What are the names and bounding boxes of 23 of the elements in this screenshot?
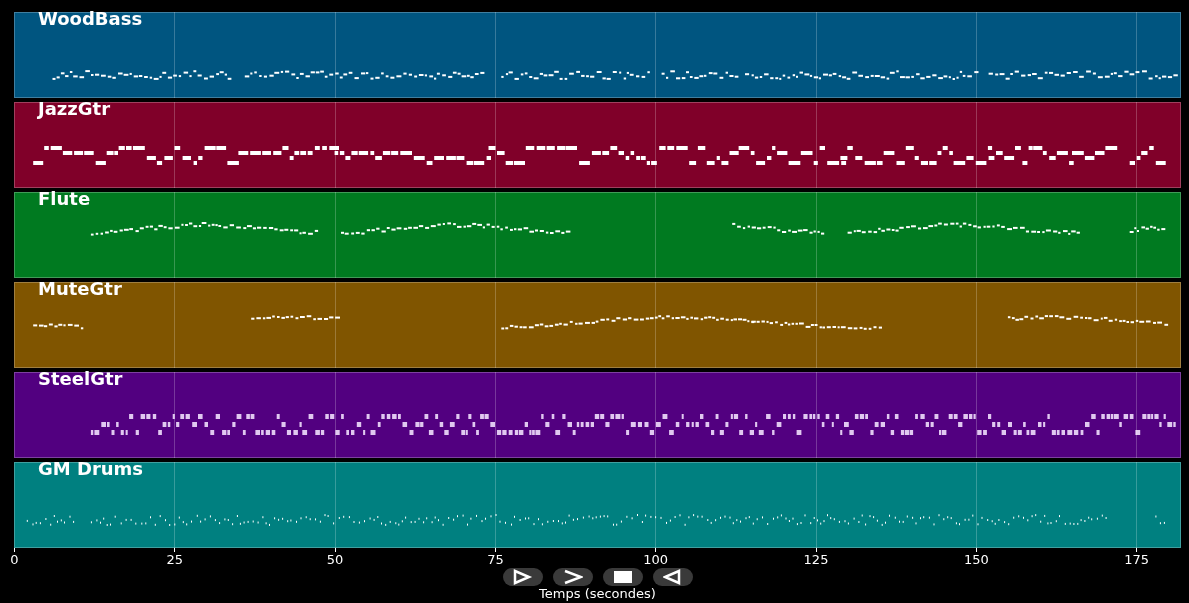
tick-label: 100 bbox=[643, 552, 669, 567]
triangle-left-icon bbox=[662, 569, 683, 585]
axis-label: Temps (secondes) bbox=[538, 586, 657, 601]
tick-label: 175 bbox=[1124, 552, 1149, 567]
tick-label: 50 bbox=[326, 552, 344, 567]
stop-button[interactable] bbox=[602, 568, 643, 586]
back-button[interactable] bbox=[652, 568, 693, 586]
play-icon bbox=[512, 569, 533, 585]
track-name: Flute bbox=[38, 188, 91, 210]
forward-button[interactable] bbox=[552, 568, 593, 586]
play-button[interactable] bbox=[502, 568, 543, 586]
tick-label: 75 bbox=[487, 552, 504, 567]
track-name: JazzGtr bbox=[38, 98, 111, 120]
tick-label: 125 bbox=[803, 552, 829, 567]
track-name: MuteGtr bbox=[38, 278, 122, 300]
tick-label: 25 bbox=[166, 552, 184, 567]
track-name: WoodBass bbox=[38, 8, 143, 30]
track-name: SteelGtr bbox=[38, 368, 123, 390]
track-name: GM Drums bbox=[38, 458, 144, 480]
chevron-right-icon bbox=[562, 569, 583, 585]
tick-label: 150 bbox=[963, 552, 989, 567]
stop-icon bbox=[612, 569, 633, 585]
tick-label: 0 bbox=[10, 552, 19, 567]
